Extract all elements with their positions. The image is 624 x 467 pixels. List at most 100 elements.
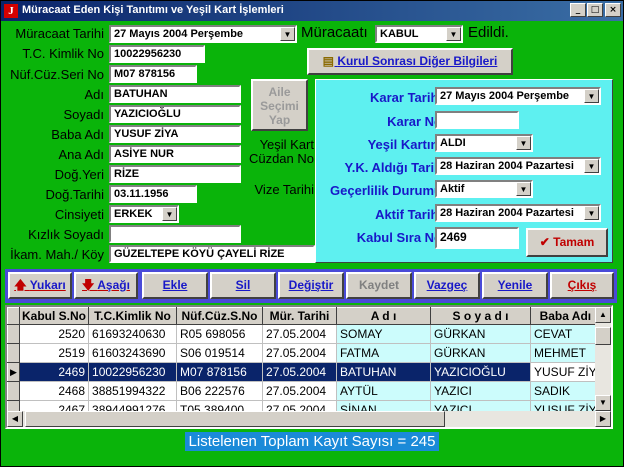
cell-tc: 61693240630: [88, 324, 178, 344]
kabul-sira-field[interactable]: 2469: [435, 227, 519, 249]
karar-no-field[interactable]: [435, 111, 519, 129]
cell-kabul: 2469: [19, 362, 90, 382]
cell-kabul: 2520: [19, 324, 90, 344]
ikamet-label: İkam. Mah./ Köy: [10, 247, 104, 262]
ekle-button[interactable]: Ekle: [142, 272, 208, 299]
col-header-mur-tarihi[interactable]: Mür. Tarihi: [262, 307, 338, 325]
cell-mur-tarihi: 27.05.2004: [262, 343, 338, 363]
row-indicator[interactable]: [7, 343, 20, 363]
asagi-button[interactable]: 🡇 Aşağı: [74, 272, 138, 299]
nuf-label: Nüf.Cüz.Seri No: [10, 67, 104, 82]
soyadi-field[interactable]: YAZICIOĞLU: [109, 105, 241, 123]
aile-secimi-button[interactable]: Aile Seçimi Yap: [251, 79, 308, 131]
scroll-up-icon[interactable]: ▲: [595, 307, 611, 323]
cell-adi: AYTÜL: [336, 381, 432, 401]
scroll-thumb[interactable]: [595, 327, 611, 345]
tamam-button[interactable]: ✔ Tamam: [526, 228, 608, 257]
window-title: Müracaat Eden Kişi Tanıtımı ve Yeşil Kar…: [22, 4, 284, 16]
yesil-karti-select[interactable]: ALDI ▼: [435, 134, 533, 152]
chevron-down-icon[interactable]: ▼: [584, 159, 599, 173]
kaydet-button[interactable]: Kaydet: [346, 272, 412, 299]
cinsiyeti-select[interactable]: ERKEK ▼: [109, 205, 179, 223]
cell-kabul: 2519: [19, 343, 90, 363]
yk-aldigi-picker[interactable]: 28 Haziran 2004 Pazartesi ▼: [435, 157, 601, 175]
karar-tarihi-picker[interactable]: 27 Mayıs 2004 Perşembe ▼: [435, 87, 601, 105]
yesil-karti-label: Yeşil Kartını: [367, 137, 442, 152]
col-header-soyadi[interactable]: S o y a d ı: [430, 307, 532, 325]
tc-field[interactable]: 10022956230: [109, 45, 205, 63]
row-indicator[interactable]: [7, 324, 20, 344]
gecerlilik-value: Aktif: [440, 183, 465, 195]
muracaati-select[interactable]: KABUL ▼: [375, 25, 463, 43]
scroll-down-icon[interactable]: ▼: [595, 395, 611, 411]
col-header-tc[interactable]: T.C.Kimlik No: [88, 307, 178, 325]
chevron-down-icon[interactable]: ▼: [280, 27, 295, 41]
vize-tarihi-label: Vize Tarihi: [254, 182, 315, 197]
checkmark-icon: ✔: [539, 235, 554, 249]
close-button[interactable]: ×: [605, 3, 621, 17]
dogtarihi-field[interactable]: 03.11.1956: [109, 185, 197, 203]
karar-tarihi-label: Karar Tarihi: [369, 90, 442, 105]
col-header-nuf[interactable]: Nüf.Cüz.S.No: [176, 307, 264, 325]
cell-tc: 38851994322: [88, 381, 178, 401]
chevron-down-icon[interactable]: ▼: [162, 207, 177, 221]
chevron-down-icon[interactable]: ▼: [446, 27, 461, 41]
table-row-selected[interactable]: ▶ 2469 10022956230 M07 878156 27.05.2004…: [7, 362, 601, 382]
dogyeri-label: Doğ.Yeri: [54, 167, 104, 182]
table-row[interactable]: 2468 38851994322 B06 222576 27.05.2004 A…: [7, 381, 601, 401]
vazgec-button[interactable]: Vazgeç: [414, 272, 480, 299]
main-window: J Müracaat Eden Kişi Tanıtımı ve Yeşil K…: [0, 0, 624, 467]
cell-baba: YUSUF ZİY: [530, 362, 601, 382]
maximize-button[interactable]: □: [587, 3, 603, 17]
karar-panel: Karar Tarihi 27 Mayıs 2004 Perşembe ▼ Ka…: [315, 79, 613, 263]
records-grid[interactable]: Kabul S.No T.C.Kimlik No Nüf.Cüz.S.No Mü…: [5, 305, 613, 429]
soyadi-label: Soyadı: [63, 107, 104, 122]
muracaat-tarihi-picker[interactable]: 27 Mayıs 2004 Perşembe ▼: [109, 25, 297, 43]
chevron-down-icon[interactable]: ▼: [584, 89, 599, 103]
cell-mur-tarihi: 27.05.2004: [262, 362, 338, 382]
col-header-adi[interactable]: A d ı: [336, 307, 432, 325]
degistir-button[interactable]: Değiştir: [278, 272, 344, 299]
col-header-kabul[interactable]: Kabul S.No: [18, 307, 90, 325]
baba-label: Baba Adı: [51, 127, 104, 142]
title-bar[interactable]: J Müracaat Eden Kişi Tanıtımı ve Yeşil K…: [1, 1, 623, 21]
scroll-right-icon[interactable]: ▶: [595, 411, 611, 427]
current-row-indicator-icon[interactable]: ▶: [7, 362, 20, 382]
yukari-button[interactable]: 🡅 Yukarı: [8, 272, 72, 299]
adi-field[interactable]: BATUHAN: [109, 85, 241, 103]
gecerlilik-select[interactable]: Aktif ▼: [435, 180, 533, 198]
ana-field[interactable]: ASİYE NUR: [109, 145, 241, 163]
chevron-down-icon[interactable]: ▼: [516, 182, 531, 196]
minimize-button[interactable]: _: [570, 3, 586, 17]
vertical-scrollbar[interactable]: ▲ ▼: [595, 307, 611, 411]
scroll-left-icon[interactable]: ◀: [7, 411, 23, 427]
dogtarihi-label: Doğ.Tarihi: [45, 187, 104, 202]
cikis-button[interactable]: Çıkış: [550, 272, 614, 299]
yesil-karti-value: ALDI: [440, 137, 466, 149]
dogyeri-field[interactable]: RİZE: [109, 165, 241, 183]
baba-field[interactable]: YUSUF ZİYA: [109, 125, 241, 143]
col-header-baba[interactable]: Baba Adı: [530, 307, 601, 325]
tamam-label: Tamam: [553, 235, 595, 249]
yenile-button[interactable]: Yenile: [482, 272, 548, 299]
adi-label: Adı: [84, 87, 104, 102]
yukari-label: Yukarı: [29, 278, 66, 292]
table-row[interactable]: 2520 61693240630 R05 698056 27.05.2004 S…: [7, 324, 601, 344]
aktif-tarihi-picker[interactable]: 28 Haziran 2004 Pazartesi ▼: [435, 204, 601, 222]
ikamet-field[interactable]: GÜZELTEPE KÖYÜ ÇAYELİ RİZE: [109, 245, 315, 263]
nuf-field[interactable]: M07 878156: [109, 65, 197, 83]
chevron-down-icon[interactable]: ▼: [584, 206, 599, 220]
horizontal-scrollbar[interactable]: ◀ ▶: [7, 411, 611, 427]
cell-soyadi: YAZICIOĞLU: [430, 362, 532, 382]
table-row[interactable]: 2519 61603243690 S06 019514 27.05.2004 F…: [7, 343, 601, 363]
table-header-row: Kabul S.No T.C.Kimlik No Nüf.Cüz.S.No Mü…: [7, 307, 601, 325]
chevron-down-icon[interactable]: ▼: [516, 136, 531, 150]
toolbar: 🡅 Yukarı 🡇 Aşağı Ekle Sil Değiştir Kayde…: [5, 269, 617, 303]
cell-baba: MEHMET: [530, 343, 601, 363]
kabul-sira-label: Kabul Sıra No: [356, 230, 442, 245]
row-indicator[interactable]: [7, 381, 20, 401]
hscroll-thumb[interactable]: [25, 411, 445, 427]
sil-button[interactable]: Sil: [210, 272, 276, 299]
kurul-sonrasi-button[interactable]: ▤ Kurul Sonrası Diğer Bilgileri: [307, 48, 513, 75]
kizlik-field[interactable]: [109, 225, 241, 243]
